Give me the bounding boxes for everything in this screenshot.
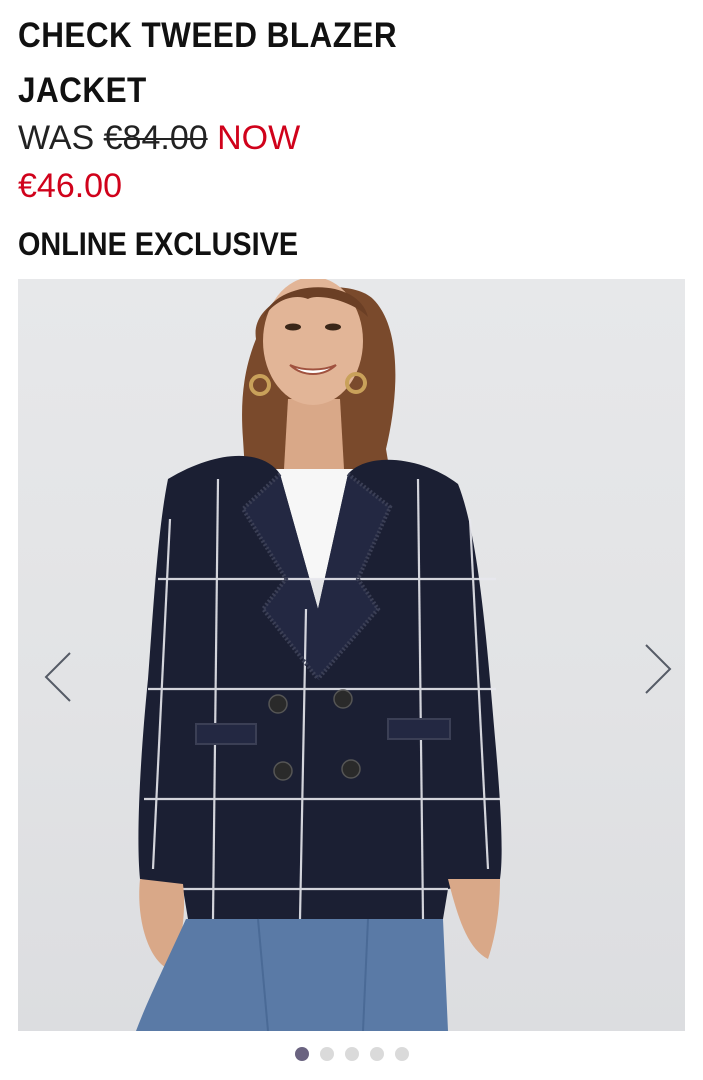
was-label: WAS xyxy=(18,119,95,157)
now-label: NOW xyxy=(217,119,301,157)
gallery-dot-5[interactable] xyxy=(394,1047,409,1061)
gallery-dot-4[interactable] xyxy=(369,1047,384,1061)
gallery-pagination xyxy=(0,1047,703,1065)
chevron-right-icon xyxy=(645,644,672,694)
gallery-dot-1[interactable] xyxy=(294,1047,309,1061)
product-image-gallery[interactable] xyxy=(18,279,685,1031)
chevron-left-icon xyxy=(44,652,71,702)
gallery-dot-3[interactable] xyxy=(344,1047,359,1061)
original-price: €84.00 xyxy=(103,119,208,157)
previous-image-button[interactable] xyxy=(40,647,80,707)
next-image-button[interactable] xyxy=(636,639,676,699)
product-title: CHECK TWEED BLAZER JACKET xyxy=(18,16,398,110)
sale-price: €46.00 xyxy=(18,167,122,205)
online-exclusive-badge: ONLINE EXCLUSIVE xyxy=(18,226,299,262)
gallery-dot-2[interactable] xyxy=(319,1047,334,1061)
price-block: WAS €84.00 NOW €46.00 xyxy=(18,114,518,210)
product-photo xyxy=(136,279,502,1031)
